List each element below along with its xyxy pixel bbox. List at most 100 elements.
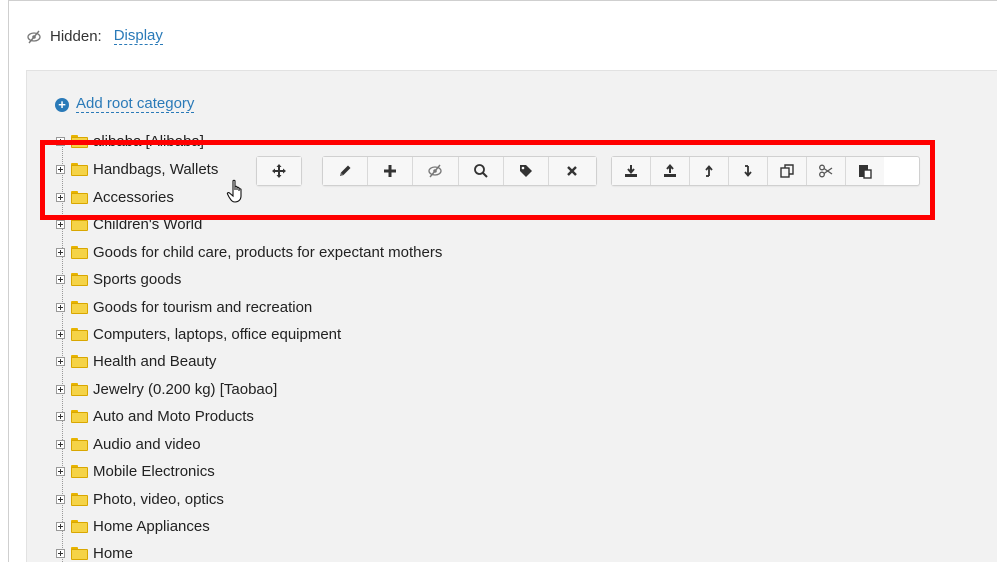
tree-item[interactable]: Handbags, Wallets [56, 158, 218, 180]
transfer-toolbar [611, 156, 920, 186]
tree-item-label: Audio and video [93, 435, 201, 453]
cut-button[interactable] [807, 157, 846, 185]
tree-item-label: alibaba [Alibaba] [93, 132, 204, 150]
expand-icon[interactable] [56, 384, 65, 394]
folder-icon [71, 546, 88, 560]
tree-item-label: Home Appliances [93, 517, 210, 535]
expand-icon[interactable] [56, 329, 65, 339]
copy-icon [780, 164, 794, 178]
expand-icon[interactable] [56, 136, 65, 146]
tree-item[interactable]: Computers, laptops, office equipment [56, 323, 341, 345]
move-up-button[interactable] [690, 157, 729, 185]
expand-icon[interactable] [56, 247, 65, 257]
display-link[interactable]: Display [113, 28, 163, 45]
tree-item[interactable]: Photo, video, optics [56, 488, 224, 510]
expand-icon[interactable] [56, 548, 65, 558]
folder-icon [71, 300, 88, 314]
folder-icon [71, 162, 88, 176]
expand-icon[interactable] [56, 274, 65, 284]
expand-icon[interactable] [56, 411, 65, 421]
close-icon [567, 166, 578, 176]
edit-button[interactable] [323, 157, 369, 185]
pencil-icon [340, 165, 351, 176]
tree-item-label: Handbags, Wallets [93, 160, 219, 178]
search-icon [473, 164, 488, 178]
expand-icon[interactable] [56, 494, 65, 504]
eye-slash-icon [428, 164, 443, 178]
tree-item-label: Mobile Electronics [93, 462, 215, 480]
expand-icon[interactable] [56, 302, 65, 312]
tree-item-label: Health and Beauty [93, 352, 217, 370]
tree-item-label: Goods for child care, products for expec… [93, 243, 443, 261]
expand-icon[interactable] [56, 356, 65, 366]
paste-icon [859, 165, 872, 179]
expand-icon[interactable] [56, 219, 65, 229]
edit-toolbar [322, 156, 597, 186]
add-root-category-label: Add root category [76, 95, 195, 113]
paste-button[interactable] [846, 157, 884, 185]
tree-item[interactable]: Home Appliances [56, 515, 210, 537]
folder-icon [71, 492, 88, 506]
move-toolbar [256, 156, 302, 186]
tree-item[interactable]: Sports goods [56, 268, 181, 290]
tree-item-label: Photo, video, optics [93, 490, 224, 508]
hidden-label: Hidden: [50, 28, 102, 45]
tree-item[interactable]: Auto and Moto Products [56, 405, 254, 427]
folder-icon [71, 217, 88, 231]
tag-button[interactable] [503, 157, 549, 185]
delete-button[interactable] [548, 157, 596, 185]
folder-icon [71, 464, 88, 478]
tree-item[interactable]: alibaba [Alibaba] [56, 130, 204, 152]
folder-icon [71, 134, 88, 148]
folder-icon [71, 190, 88, 204]
folder-icon [71, 382, 88, 396]
arrow-up-icon [705, 165, 713, 177]
hidden-filter-bar: Hidden: Display [26, 28, 163, 45]
tree-item-label: Children's World [93, 215, 203, 233]
tree-item[interactable]: Children's World [56, 213, 202, 235]
tag-icon [519, 165, 532, 177]
tree-item-label: Accessories [93, 188, 174, 206]
arrow-down-icon [744, 165, 752, 177]
add-root-category-button[interactable]: + Add root category [55, 95, 195, 113]
eye-slash-icon [27, 30, 41, 43]
add-subcategory-button[interactable] [368, 157, 414, 185]
plus-icon [384, 165, 397, 177]
move-button[interactable] [257, 157, 301, 185]
import-button[interactable] [612, 157, 651, 185]
tree-item[interactable]: Accessories [56, 186, 174, 208]
tree-item[interactable]: Jewelry (0.200 kg) [Taobao] [56, 378, 277, 400]
tree-item-label: Jewelry (0.200 kg) [Taobao] [93, 380, 278, 398]
folder-icon [71, 437, 88, 451]
tree-item[interactable]: Home [56, 542, 133, 564]
tree-item-label: Sports goods [93, 270, 182, 288]
scissors-icon [819, 164, 833, 178]
tree-item[interactable]: Health and Beauty [56, 350, 216, 372]
expand-icon[interactable] [56, 466, 65, 476]
plus-circle-icon: + [55, 97, 69, 112]
folder-icon [71, 354, 88, 368]
expand-icon[interactable] [56, 164, 65, 174]
expand-icon[interactable] [56, 192, 65, 202]
hide-button[interactable] [413, 157, 459, 185]
expand-icon[interactable] [56, 439, 65, 449]
tree-item[interactable]: Goods for child care, products for expec… [56, 241, 442, 263]
download-icon [625, 165, 637, 177]
upload-icon [664, 163, 676, 177]
move-icon [272, 164, 286, 178]
move-down-button[interactable] [729, 157, 768, 185]
tree-item-label: Auto and Moto Products [93, 407, 254, 425]
search-button[interactable] [458, 157, 504, 185]
folder-icon [71, 245, 88, 259]
hand-cursor-icon [226, 179, 242, 203]
folder-icon [71, 409, 88, 423]
export-button[interactable] [651, 157, 690, 185]
expand-icon[interactable] [56, 521, 65, 531]
tree-item[interactable]: Mobile Electronics [56, 460, 215, 482]
folder-icon [71, 519, 88, 533]
folder-icon [71, 272, 88, 286]
tree-item[interactable]: Audio and video [56, 433, 201, 455]
folder-icon [71, 327, 88, 341]
tree-item[interactable]: Goods for tourism and recreation [56, 296, 312, 318]
copy-button[interactable] [768, 157, 807, 185]
